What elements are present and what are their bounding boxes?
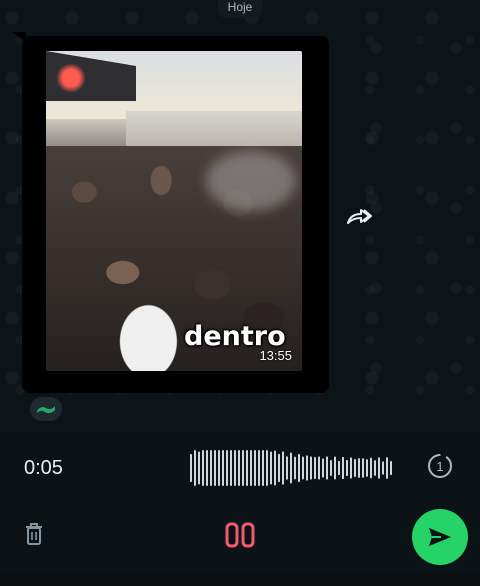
waveform-bar [190, 453, 192, 483]
waveform-bar [382, 461, 384, 475]
waveform-bar [318, 456, 320, 480]
delete-recording-button[interactable] [22, 521, 46, 547]
video-scene-wall [126, 111, 302, 149]
waveform-bar [306, 455, 308, 481]
waveform-bar [346, 459, 348, 477]
waveform-bar [366, 459, 368, 477]
reaction-chip[interactable] [30, 397, 62, 421]
waveform-bar [206, 450, 208, 486]
waveform-bar [322, 458, 324, 478]
waveform-bar [282, 451, 284, 485]
chat-background: Hoje dentro 13:55 [0, 0, 480, 430]
video-scene-smoke [206, 151, 296, 211]
video-message-bubble[interactable]: dentro 13:55 [22, 36, 329, 393]
waveform-bar [242, 450, 244, 486]
waveform-bar [270, 451, 272, 485]
waveform-bar [218, 450, 220, 486]
video-scene-light [56, 63, 86, 93]
waveform-bar [210, 450, 212, 486]
waveform-bar [202, 450, 204, 486]
waveform-bar [294, 456, 296, 480]
waveform-bar [354, 458, 356, 478]
waveform-bar [230, 450, 232, 486]
reaction-icon [37, 406, 55, 414]
waveform-bar [198, 451, 200, 485]
waveform-bar [390, 460, 392, 476]
waveform-bar [222, 450, 224, 486]
waveform-bar [290, 452, 292, 484]
waveform-bar [330, 459, 332, 477]
waveform-bar [362, 458, 364, 478]
waveform-bar [302, 456, 304, 480]
waveform-bar [386, 457, 388, 479]
view-once-icon: 1 [428, 454, 452, 478]
view-once-label: 1 [436, 459, 443, 474]
trash-icon [26, 523, 42, 545]
waveform-bar [266, 450, 268, 486]
waveform-bar [342, 456, 344, 480]
voice-recorder-panel: 0:05 1 [0, 430, 480, 586]
date-chip: Hoje [217, 0, 263, 18]
pause-icon [225, 522, 255, 548]
waveform-bar [262, 450, 264, 486]
waveform-bar [194, 450, 196, 486]
waveform-bar [326, 456, 328, 480]
recording-timer: 0:05 [24, 457, 63, 479]
forward-button[interactable] [342, 200, 376, 234]
waveform-bar [314, 456, 316, 480]
forward-icon [347, 209, 372, 224]
waveform-bar [370, 457, 372, 479]
waveform-bar [226, 450, 228, 486]
waveform-bar [298, 453, 300, 483]
pause-recording-button[interactable] [222, 520, 258, 550]
waveform-bar [350, 457, 352, 479]
waveform-bar [274, 450, 276, 486]
waveform-bar [334, 456, 336, 480]
waveform-bar [246, 450, 248, 486]
waveform-bar [234, 450, 236, 486]
bottom-bar [0, 572, 480, 586]
waveform-bar [358, 458, 360, 478]
send-icon [429, 528, 451, 546]
view-once-button[interactable]: 1 [426, 452, 454, 480]
video-thumbnail[interactable]: dentro 13:55 [46, 51, 302, 371]
waveform-bar [214, 450, 216, 486]
waveform-bar [338, 460, 340, 476]
waveform-bar [286, 456, 288, 480]
video-duration: 13:55 [259, 348, 292, 363]
waveform-bar [238, 450, 240, 486]
waveform-bar [258, 450, 260, 486]
waveform-bar [254, 450, 256, 486]
waveform [190, 450, 392, 486]
waveform-bar [378, 457, 380, 479]
send-button[interactable] [412, 509, 468, 565]
waveform-bar [250, 450, 252, 486]
waveform-bar [310, 456, 312, 480]
waveform-bar [278, 453, 280, 483]
waveform-bar [374, 460, 376, 476]
